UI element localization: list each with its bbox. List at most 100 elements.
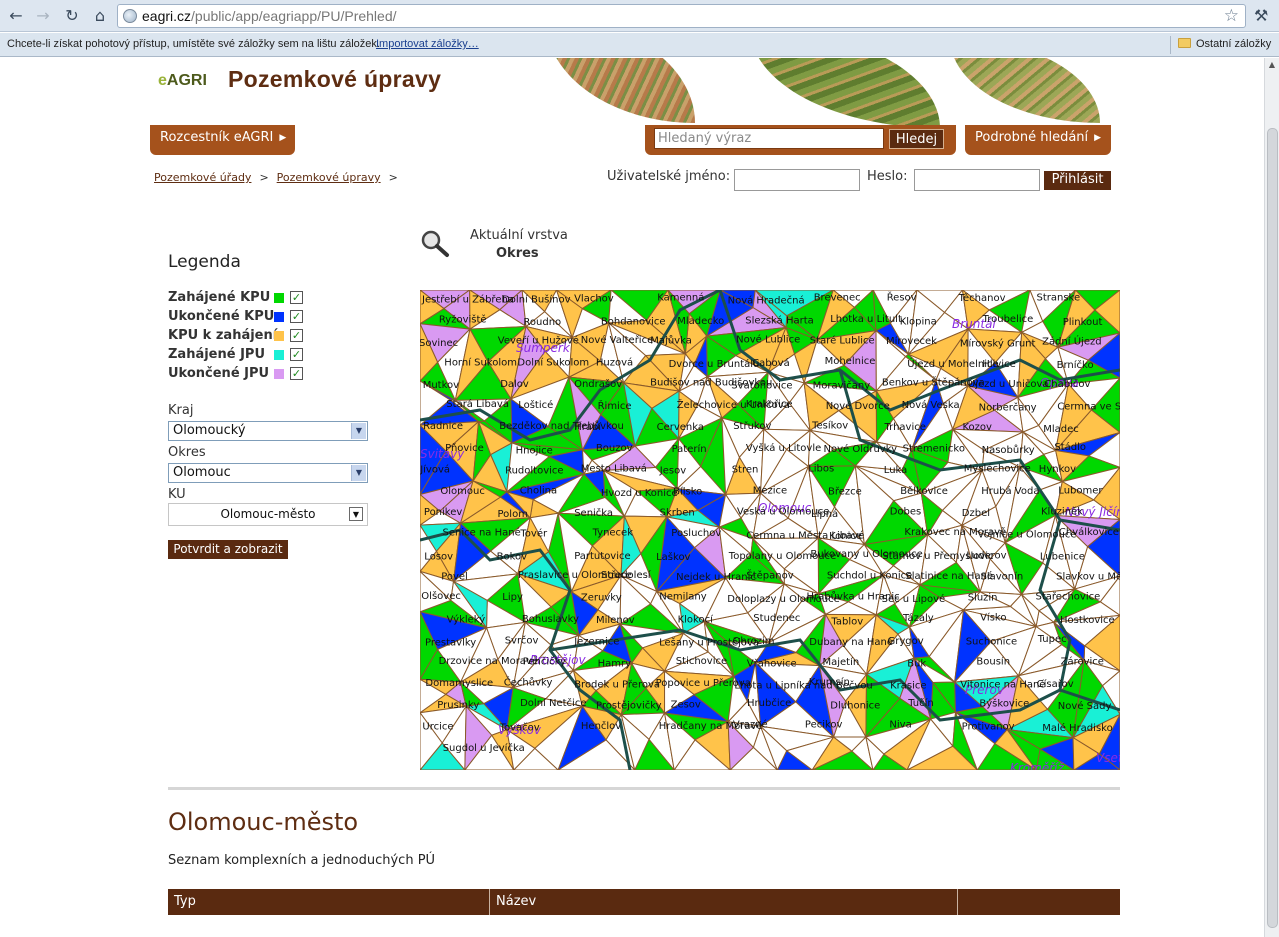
other-bookmarks[interactable]: Ostatní záložky bbox=[1178, 33, 1271, 55]
legend-checkbox[interactable]: ✓ bbox=[290, 329, 303, 342]
place-label: Zeruvky bbox=[581, 593, 622, 604]
legend-checkbox[interactable]: ✓ bbox=[290, 291, 303, 304]
address-bar[interactable]: eagri.cz/public/app/eagriapp/PU/Prehled/… bbox=[117, 4, 1246, 28]
import-bookmarks-link[interactable]: Importovat záložky… bbox=[376, 33, 479, 55]
place-label: Mírovecek bbox=[886, 335, 937, 347]
chevron-down-icon[interactable]: ▼ bbox=[351, 465, 366, 481]
legend-item: Ukončené KPU ✓ bbox=[168, 309, 308, 326]
breadcrumb: Pozemkové úřady > Pozemkové úpravy > bbox=[154, 171, 406, 184]
place-label: Luka bbox=[884, 465, 907, 476]
place-label: Povel bbox=[441, 572, 468, 583]
ku-select[interactable]: Olomouc-město ▼ bbox=[168, 503, 368, 526]
place-label: Tupec bbox=[1037, 634, 1067, 645]
place-label: Ryžoviště bbox=[439, 314, 487, 326]
kraj-select[interactable]: Olomoucký ▼ bbox=[168, 421, 368, 441]
legend-swatch bbox=[274, 331, 284, 341]
scroll-thumb[interactable] bbox=[1267, 128, 1278, 928]
place-label: Hlivice bbox=[982, 359, 1015, 370]
place-label: Mezice bbox=[753, 486, 787, 497]
search-input[interactable]: Hledaný výraz bbox=[654, 128, 884, 149]
map-canvas[interactable]: ŠumperkBruntálOpavaSvitavyOlomouc Nový Ji… bbox=[420, 290, 1120, 770]
place-label: Dolní Netčice bbox=[520, 697, 586, 709]
results-table-header: Typ Název bbox=[168, 889, 1120, 915]
wrench-icon[interactable]: ⚒ bbox=[1254, 6, 1268, 25]
chevron-down-icon[interactable]: ▼ bbox=[351, 423, 366, 439]
eagri-logo[interactable]: eAGRI bbox=[158, 72, 207, 90]
vertical-scrollbar[interactable]: ▲ bbox=[1264, 58, 1279, 937]
legend-item: Zahájené KPU ✓ bbox=[168, 290, 308, 307]
place-label: Radnice bbox=[423, 421, 463, 432]
place-label: Grygov bbox=[888, 636, 924, 647]
legend-item-label: Ukončené JPU bbox=[168, 366, 270, 381]
col-typ[interactable]: Typ bbox=[168, 889, 490, 915]
breadcrumb-pozemkove-upravy[interactable]: Pozemkové úpravy bbox=[277, 171, 381, 184]
back-icon[interactable]: ← bbox=[6, 6, 26, 26]
place-label: Sovinec bbox=[420, 338, 458, 349]
okres-select[interactable]: Olomouc ▼ bbox=[168, 463, 368, 483]
place-label: Dobes bbox=[890, 507, 922, 518]
place-label: Březce bbox=[828, 485, 862, 497]
ku-label: KU bbox=[168, 487, 186, 502]
password-field[interactable] bbox=[914, 169, 1040, 191]
place-label: Tovér bbox=[519, 527, 548, 539]
place-label: Cabová bbox=[752, 357, 790, 369]
bookmarks-message: Chcete-li získat pohotový přístup, umíst… bbox=[7, 38, 380, 50]
district-label: Kroměříž bbox=[1010, 761, 1064, 770]
col-extra bbox=[958, 889, 1120, 915]
reload-icon[interactable]: ↻ bbox=[62, 6, 82, 26]
ku-value: Olomouc-město bbox=[220, 507, 316, 521]
place-label: Jívová bbox=[420, 464, 450, 476]
place-label: Paterín bbox=[672, 443, 707, 455]
menu-rozcestnik[interactable]: Rozcestník eAGRI ▶ bbox=[150, 125, 295, 155]
place-label: Milenov bbox=[596, 615, 635, 626]
breadcrumb-pozemkove-urady[interactable]: Pozemkové úřady bbox=[154, 171, 251, 184]
cadastral-map[interactable]: Šumperk Bruntál Opava Svitavy Olomouc Nový Ji… bbox=[420, 290, 1120, 770]
place-label: Cholina bbox=[520, 486, 557, 497]
place-label: Lhotka u Litult. bbox=[830, 314, 905, 325]
place-label: Slezská Harta bbox=[745, 314, 813, 326]
scroll-up-icon[interactable]: ▲ bbox=[1265, 58, 1279, 72]
district-label: Vsetín bbox=[1096, 751, 1120, 765]
place-label: Bělkovice bbox=[900, 485, 948, 497]
place-label: Čechůvky bbox=[504, 676, 553, 689]
bookmark-star-icon[interactable]: ☆ bbox=[1224, 5, 1239, 27]
username-field[interactable] bbox=[734, 169, 860, 191]
place-label: Bezděkov nad Třebůvkou bbox=[499, 420, 624, 432]
place-label: Jesov bbox=[659, 466, 686, 477]
legend-checkbox[interactable]: ✓ bbox=[290, 348, 303, 361]
menu-advanced-search[interactable]: Podrobné hledání ▶ bbox=[965, 125, 1111, 155]
place-label: Ponikev bbox=[424, 507, 462, 518]
place-label: Stren bbox=[732, 464, 759, 475]
confirm-button[interactable]: Potvrdit a zobrazit bbox=[168, 540, 288, 559]
place-label: Hrubá Voda bbox=[981, 485, 1039, 497]
place-label: Mladecko bbox=[677, 316, 724, 327]
place-label: Brníčko bbox=[1057, 359, 1094, 371]
place-label: Zárovice bbox=[1061, 656, 1104, 668]
place-label: Domamyslice bbox=[425, 678, 493, 689]
place-label: Ondrašov bbox=[574, 378, 622, 390]
legend-item: Ukončené JPU ✓ bbox=[168, 366, 308, 383]
place-label: Henčlov bbox=[581, 720, 621, 732]
place-label: Olomouc bbox=[440, 486, 484, 497]
place-label: Suchdol u Konice bbox=[827, 570, 912, 581]
magnifier-icon[interactable] bbox=[420, 229, 450, 259]
place-label: Zádní Újezd bbox=[1042, 335, 1101, 348]
forward-icon[interactable]: → bbox=[33, 6, 53, 26]
search-button[interactable]: Hledej bbox=[889, 129, 944, 149]
col-nazev[interactable]: Název bbox=[490, 889, 958, 915]
place-label: Bouzov bbox=[596, 443, 633, 454]
place-label: Lhota u Lipníka nad Bečvou bbox=[734, 679, 872, 691]
place-label: Luderov bbox=[966, 551, 1006, 562]
advanced-search-label: Podrobné hledání bbox=[975, 130, 1089, 145]
legend-checkbox[interactable]: ✓ bbox=[290, 367, 303, 380]
place-label: Nové Dvorce bbox=[826, 400, 890, 412]
legend-checkbox[interactable]: ✓ bbox=[290, 310, 303, 323]
place-label: Nová Hradečná bbox=[728, 295, 805, 307]
home-icon[interactable]: ⌂ bbox=[90, 6, 110, 26]
legend-swatch bbox=[274, 293, 284, 303]
place-label: Slavonín bbox=[981, 571, 1024, 583]
place-label: Trhavice bbox=[884, 422, 926, 433]
place-label: Bousín bbox=[976, 655, 1010, 667]
login-button[interactable]: Přihlásit bbox=[1044, 171, 1111, 190]
chevron-down-icon[interactable]: ▼ bbox=[349, 507, 363, 521]
